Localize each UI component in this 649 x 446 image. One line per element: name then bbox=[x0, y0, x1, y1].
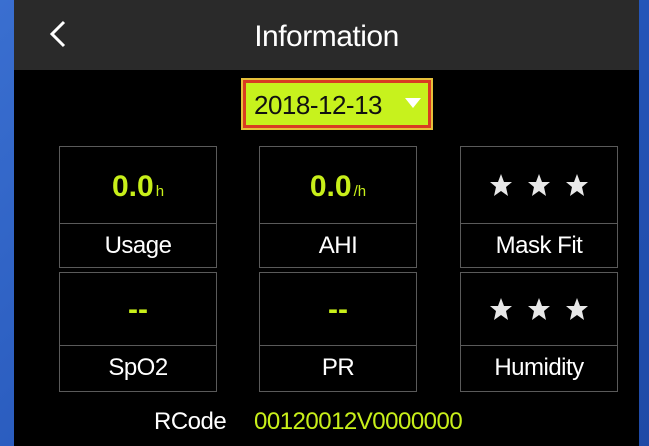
triangle-down-icon bbox=[405, 98, 421, 108]
ahi-unit: /h bbox=[353, 183, 367, 200]
pr-value-cell: -- bbox=[260, 273, 416, 345]
star-icon bbox=[566, 174, 588, 196]
usage-label: Usage bbox=[104, 232, 172, 259]
humidity-tile: Humidity bbox=[460, 272, 618, 392]
spo2-label: SpO2 bbox=[108, 354, 168, 381]
device-screen: Information 2018-12-13 0.0 h Usage 0.0/h … bbox=[14, 0, 639, 446]
humidity-label: Humidity bbox=[494, 354, 584, 381]
pr-value: -- bbox=[328, 293, 348, 326]
humidity-rating bbox=[461, 273, 617, 345]
spo2-value: -- bbox=[128, 293, 148, 326]
mask-fit-tile: Mask Fit bbox=[460, 146, 618, 268]
mask-fit-rating bbox=[461, 147, 617, 223]
usage-tile: 0.0 h Usage bbox=[59, 146, 217, 268]
pr-label: PR bbox=[321, 354, 355, 381]
star-icon bbox=[566, 298, 588, 320]
star-icon bbox=[490, 298, 512, 320]
date-value: 2018-12-13 bbox=[254, 90, 383, 120]
rcode-value: 00120012V0000000 bbox=[254, 408, 463, 435]
usage-unit: h bbox=[155, 183, 165, 200]
star-icon bbox=[528, 174, 550, 196]
ahi-label: AHI bbox=[318, 232, 358, 259]
mask-fit-label: Mask Fit bbox=[495, 232, 583, 259]
spo2-value-cell: -- bbox=[60, 273, 216, 345]
ahi-tile: 0.0/h AHI bbox=[259, 146, 417, 268]
rcode-label: RCode bbox=[154, 408, 227, 435]
header-bar: Information bbox=[14, 0, 639, 70]
star-icon bbox=[490, 174, 512, 196]
star-icon bbox=[528, 298, 550, 320]
date-dropdown[interactable]: 2018-12-13 bbox=[241, 78, 433, 130]
usage-value: 0.0 bbox=[111, 170, 154, 203]
ahi-value-cell: 0.0/h bbox=[260, 147, 416, 223]
page-title: Information bbox=[254, 20, 399, 53]
spo2-tile: -- SpO2 bbox=[59, 272, 217, 392]
usage-value-cell: 0.0 h bbox=[60, 147, 216, 223]
pr-tile: -- PR bbox=[259, 272, 417, 392]
ahi-value: 0.0 bbox=[309, 170, 352, 203]
